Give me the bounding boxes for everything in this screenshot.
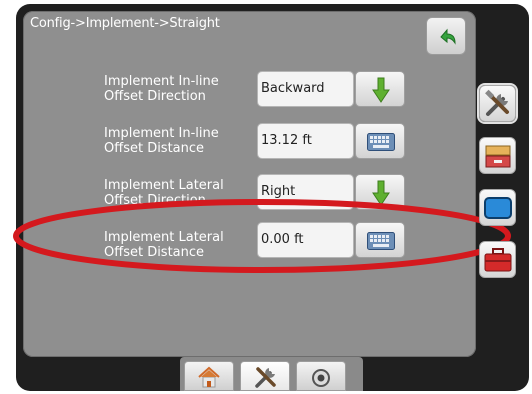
inline-distance-value[interactable]: 13.12 ft (257, 123, 354, 159)
setting-label-lateral-distance: Implement Lateral Offset Distance (104, 230, 256, 260)
tools-icon (255, 367, 276, 388)
bottom-tab-home[interactable] (184, 361, 234, 391)
keyboard-icon (367, 133, 395, 151)
lateral-direction-dropdown-button[interactable] (355, 174, 405, 210)
home-icon (198, 366, 220, 388)
keyboard-icon (367, 232, 395, 250)
lateral-distance-keyboard-button[interactable] (355, 222, 405, 258)
label-line: Offset Distance (104, 245, 205, 260)
setting-label-lateral-direction: Implement Lateral Offset Direction (104, 178, 256, 208)
down-arrow-icon (372, 180, 390, 206)
console-icon (485, 145, 511, 168)
tools-icon (485, 89, 509, 116)
inline-direction-dropdown-button[interactable] (355, 71, 405, 107)
back-arrow-icon (440, 28, 456, 45)
label-line: Implement Lateral (104, 178, 224, 193)
label-line: Offset Direction (104, 193, 206, 208)
label-line: Offset Direction (104, 89, 206, 104)
side-tab-tools[interactable] (479, 241, 516, 278)
side-tab-display[interactable] (479, 189, 516, 226)
bottom-tab-config[interactable] (240, 361, 290, 391)
setting-label-inline-direction: Implement In-line Offset Direction (104, 74, 256, 104)
lateral-distance-value[interactable]: 0.00 ft (257, 222, 354, 258)
screen-icon (484, 197, 512, 219)
label-line: Implement Lateral (104, 230, 224, 245)
back-button[interactable] (426, 17, 466, 55)
label-line: Offset Distance (104, 141, 205, 156)
inline-distance-keyboard-button[interactable] (355, 123, 405, 159)
down-arrow-icon (372, 77, 390, 103)
lateral-direction-value[interactable]: Right (257, 174, 354, 210)
setting-label-inline-distance: Implement In-line Offset Distance (104, 126, 256, 156)
label-line: Implement In-line (104, 74, 219, 89)
side-tab-configuration[interactable] (479, 85, 516, 122)
breadcrumb: Config->Implement->Straight (30, 16, 220, 31)
gauge-icon (312, 369, 330, 387)
inline-direction-value[interactable]: Backward (257, 71, 354, 107)
bottom-tab-operation[interactable] (296, 361, 346, 391)
label-line: Implement In-line (104, 126, 219, 141)
toolbox-icon (484, 248, 512, 272)
side-tab-console[interactable] (479, 137, 516, 174)
